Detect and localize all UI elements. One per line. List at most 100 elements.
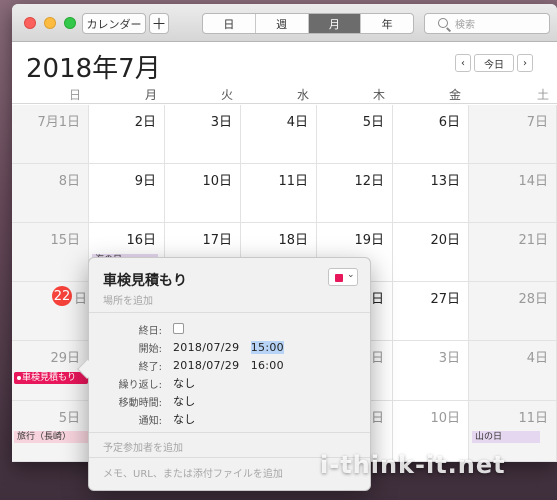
weekday-sun: 日	[68, 88, 81, 102]
weekday-thu: 木	[372, 88, 385, 102]
event-yama-no-hi[interactable]: 山の日	[472, 431, 540, 443]
day-number: 4日	[286, 115, 308, 130]
day-cell[interactable]: 3日	[393, 341, 469, 401]
weekday-tue: 火	[220, 88, 233, 102]
day-cell[interactable]: 8日	[12, 164, 89, 223]
day-cell[interactable]: 13日	[393, 164, 469, 223]
day-cell[interactable]: 22 日	[12, 282, 89, 341]
tab-week[interactable]: 週	[256, 14, 309, 33]
divider	[89, 312, 370, 313]
day-number: 21日	[518, 233, 548, 248]
previous-month-button[interactable]: ‹	[455, 54, 471, 72]
day-number: 5日	[58, 411, 80, 426]
day-number: 18日	[278, 233, 308, 248]
day-number: 9日	[134, 174, 156, 189]
day-cell[interactable]: 7月1日	[12, 105, 89, 164]
start-label: 開始:	[138, 344, 162, 355]
day-cell[interactable]: 6日	[393, 105, 469, 164]
alert-value[interactable]: なし	[173, 411, 196, 427]
all-day-checkbox[interactable]	[173, 323, 184, 334]
weekday-sat: 土	[536, 88, 549, 102]
next-month-button[interactable]: ›	[517, 54, 533, 72]
day-number: 19日	[354, 233, 384, 248]
day-number: 7月1日	[37, 115, 80, 130]
day-cell[interactable]: 2日	[89, 105, 165, 164]
weekday-header: 日 月 火 水 木 金 土	[12, 82, 557, 104]
day-number: 11日	[278, 174, 308, 189]
search-icon	[438, 18, 448, 28]
day-cell[interactable]: 7日	[469, 105, 557, 164]
day-number: 14日	[518, 174, 548, 189]
view-switcher: 日 週 月 年	[202, 13, 414, 34]
day-number: 12日	[354, 174, 384, 189]
travel-time-value[interactable]: なし	[173, 393, 196, 409]
location-field[interactable]: 場所を追加	[103, 292, 153, 307]
day-cell[interactable]: 10日	[165, 164, 241, 223]
invitees-field[interactable]: 予定参加者を追加	[103, 439, 183, 454]
event-car-estimate[interactable]: 車検見積もり	[14, 372, 88, 384]
day-cell[interactable]: 5日	[317, 105, 393, 164]
event-label: 旅行（長崎）	[17, 432, 72, 442]
start-row: 開始: 2018/07/29 15:00	[89, 338, 370, 356]
start-value[interactable]: 2018/07/29 15:00	[173, 339, 284, 355]
weekday-wed: 水	[296, 88, 309, 102]
minimize-window-button[interactable]	[44, 17, 56, 29]
tab-year[interactable]: 年	[361, 14, 413, 33]
day-number: 2日	[134, 115, 156, 130]
all-day-label: 終日:	[138, 326, 162, 337]
calendars-button[interactable]: カレンダー	[82, 13, 146, 34]
close-window-button[interactable]	[24, 17, 36, 29]
day-cell[interactable]: 4日	[241, 105, 317, 164]
day-cell[interactable]: 27日	[393, 282, 469, 341]
event-title[interactable]: 車検見積もり	[103, 270, 187, 290]
tab-month[interactable]: 月	[308, 14, 362, 33]
day-cell[interactable]: 28日	[469, 282, 557, 341]
toolbar: カレンダー ＋ 日 週 月 年 検索	[12, 4, 557, 42]
add-event-button[interactable]: ＋	[149, 13, 169, 34]
today-button[interactable]: 今日	[474, 54, 514, 72]
day-number: 5日	[362, 115, 384, 130]
divider	[89, 432, 370, 433]
day-cell[interactable]: 11日	[241, 164, 317, 223]
day-number: 29日	[50, 351, 80, 366]
day-number: 10日	[202, 174, 232, 189]
day-cell[interactable]: 15日	[12, 223, 89, 282]
start-date[interactable]: 2018/07/29	[173, 341, 239, 354]
day-number: 7日	[526, 115, 548, 130]
day-cell[interactable]: 20日	[393, 223, 469, 282]
repeat-value[interactable]: なし	[173, 375, 196, 391]
day-cell[interactable]: 12日	[317, 164, 393, 223]
day-number: 3日	[438, 351, 460, 366]
tab-day[interactable]: 日	[203, 14, 256, 33]
day-number: 15日	[50, 233, 80, 248]
start-time[interactable]: 15:00	[250, 341, 284, 354]
day-number: 10日	[430, 411, 460, 426]
event-trip-nagasaki[interactable]: 旅行（長崎）	[14, 431, 90, 443]
day-cell[interactable]: 14日	[469, 164, 557, 223]
alert-row: 通知: なし	[89, 410, 370, 428]
search-field[interactable]: 検索	[424, 13, 550, 34]
repeat-label: 繰り返し:	[118, 380, 162, 391]
day-cell[interactable]: 4日	[469, 341, 557, 401]
day-cell[interactable]: 9日	[89, 164, 165, 223]
today-indicator: 22	[52, 286, 72, 306]
day-number: 28日	[518, 292, 548, 307]
alert-label: 通知:	[138, 416, 162, 427]
day-number: 8日	[58, 174, 80, 189]
watermark-text: i-think-it.net	[320, 451, 506, 479]
event-label: 車検見積もり	[22, 373, 77, 383]
end-value[interactable]: 2018/07/29 16:00	[173, 357, 284, 373]
travel-time-row: 移動時間: なし	[89, 392, 370, 410]
day-number: 27日	[430, 292, 460, 307]
calendar-color-select[interactable]: ⌄	[328, 268, 358, 286]
day-number: 17日	[202, 233, 232, 248]
repeat-row: 繰り返し: なし	[89, 374, 370, 392]
zoom-window-button[interactable]	[64, 17, 76, 29]
end-row: 終了: 2018/07/29 16:00	[89, 356, 370, 374]
day-cell[interactable]: 3日	[165, 105, 241, 164]
day-cell[interactable]: 21日	[469, 223, 557, 282]
notes-field[interactable]: メモ、URL、または添付ファイルを追加	[103, 465, 283, 480]
day-number: 6日	[438, 115, 460, 130]
day-number: 3日	[210, 115, 232, 130]
day-cell[interactable]: 29日	[12, 341, 89, 401]
